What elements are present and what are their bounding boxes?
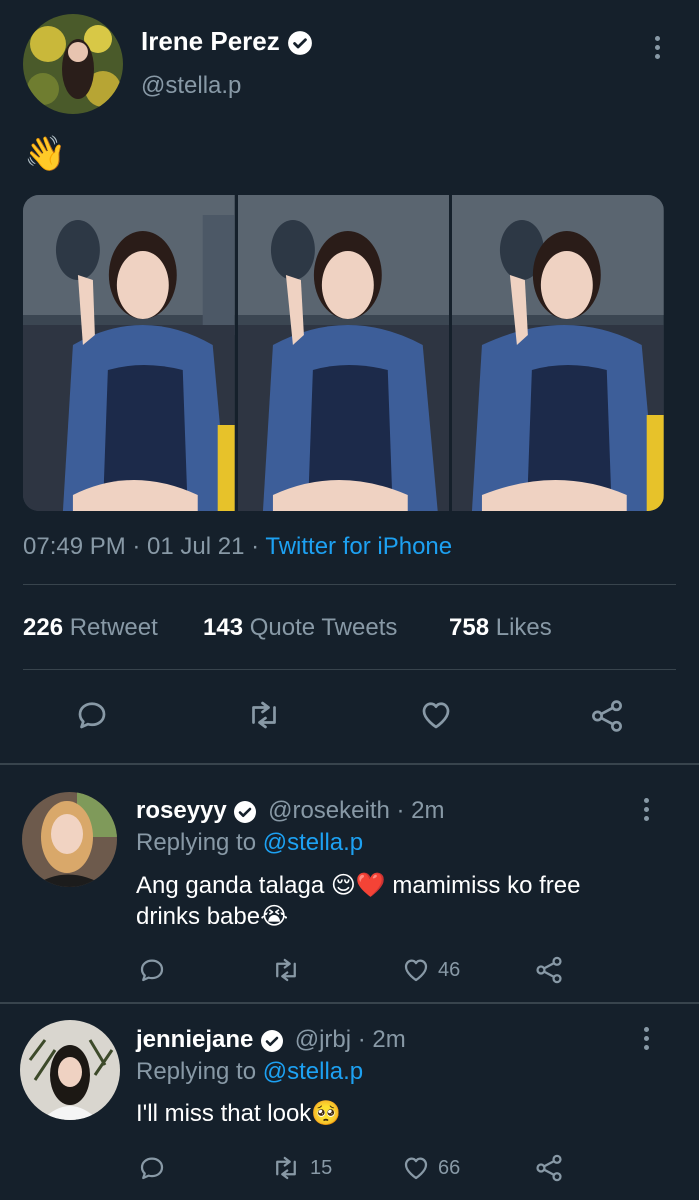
verified-badge-icon [260,1029,284,1053]
share-button[interactable] [588,697,626,735]
reply-header: jenniejane @jrbj · 2m [136,1026,406,1054]
reply-time: · 2m [396,797,445,824]
more-options-icon[interactable] [644,1027,650,1054]
reply-time: · 2m [357,1026,406,1053]
retweet-count[interactable]: 226 Retweet [23,614,158,642]
like-button[interactable] [417,697,455,733]
share-button[interactable] [533,1152,565,1184]
reply-author-name[interactable]: roseyyy [136,797,227,824]
likes-count[interactable]: 758 Likes [449,614,552,642]
retweet-button[interactable]: 15 [268,1153,332,1183]
verified-badge-icon [233,800,257,824]
divider [0,763,699,765]
share-icon [533,1152,565,1184]
tweet-source-link[interactable]: Twitter for iPhone [265,533,452,560]
retweet-button[interactable] [243,697,285,733]
retweet-icon [268,1153,304,1183]
tweet-media[interactable] [23,195,664,511]
reply-author-name[interactable]: jenniejane [136,1026,253,1053]
like-button[interactable]: 46 [400,955,460,985]
reply-button[interactable] [73,697,111,733]
tweet-time: 07:49 PM · 01 Jul 21 · [23,533,266,560]
more-options-icon[interactable] [644,798,650,825]
divider [23,584,676,585]
divider [0,1002,699,1004]
reply-text: I'll miss that look🥺 [136,1100,342,1127]
divider [23,669,676,670]
author-name[interactable]: Irene Perez [141,26,280,56]
reply-icon [73,697,111,733]
reply-avatar[interactable] [20,1020,120,1120]
like-button[interactable]: 66 [400,1153,460,1183]
author-name-row[interactable]: Irene Perez [141,26,313,57]
retweet-button[interactable] [268,955,310,985]
more-options-icon[interactable] [655,36,661,63]
replying-to: Replying to @stella.p [136,1058,364,1085]
author-handle[interactable]: @stella.p [141,72,241,100]
heart-icon [417,697,455,733]
reply-button[interactable] [136,955,168,985]
heart-icon [400,955,432,985]
author-avatar[interactable] [23,14,123,114]
like-count: 66 [438,1156,461,1179]
like-count: 46 [438,958,461,981]
replying-to-link[interactable]: @stella.p [263,1058,363,1085]
reply-button[interactable] [136,1153,168,1183]
quote-tweets-count[interactable]: 143 Quote Tweets [203,614,397,642]
tweet-text: 👋 [24,135,67,173]
retweet-count: 15 [310,1156,333,1179]
retweet-icon [268,955,304,985]
heart-icon [400,1153,432,1183]
share-button[interactable] [533,954,565,986]
reply-icon [136,1153,168,1183]
retweet-icon [243,697,285,733]
reply-author-handle[interactable]: @jrbj [295,1026,351,1053]
replying-to: Replying to @stella.p [136,829,364,856]
reply-icon [136,955,168,985]
tweet-photo[interactable] [237,195,450,511]
share-icon [533,954,565,986]
reply-text: Ang ganda talaga 😌❤️ mamimiss ko free dr… [136,872,581,930]
verified-badge-icon [287,30,313,56]
reply-author-handle[interactable]: @rosekeith [268,797,390,824]
tweet-timestamp: 07:49 PM · 01 Jul 21 · Twitter for iPhon… [23,533,452,561]
tweet-photo[interactable] [23,195,235,511]
share-icon [588,697,626,735]
reply-header: roseyyy @rosekeith · 2m [136,797,445,825]
reply-avatar[interactable] [22,792,117,887]
replying-to-link[interactable]: @stella.p [263,829,363,856]
tweet-photo[interactable] [452,195,664,511]
